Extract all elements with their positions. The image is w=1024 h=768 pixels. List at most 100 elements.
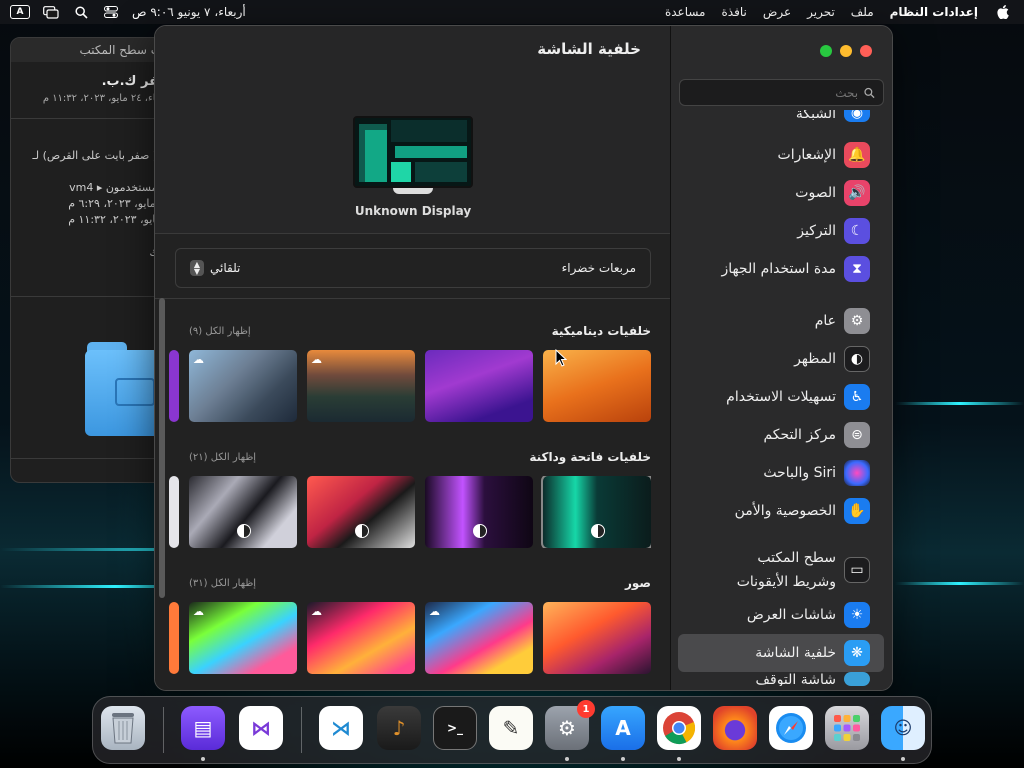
dock-launchpad[interactable] [825,706,869,750]
dock-terminal[interactable]: >_ [433,706,477,750]
light-dark-icon [355,524,369,538]
running-indicator [201,757,205,761]
dock-simulator[interactable]: ▤ [181,706,225,750]
sidebar-item-label: الإشعارات [777,147,836,163]
spotlight-icon[interactable] [72,5,90,19]
wallpaper-thumb[interactable] [189,476,297,548]
input-source-icon[interactable]: A [10,5,30,19]
dock-finder[interactable]: ☺ [881,706,925,750]
sidebar-item-label: مركز التحكم [763,427,836,443]
terminal-icon: >_ [446,721,464,735]
show-all-link[interactable]: إظهار الكل (٣١) [189,578,256,589]
dock-garageband[interactable]: ♪ [377,706,421,750]
system-settings-window: خلفية الشاشة Unknown Display مربعات خضرا… [154,25,893,691]
dock-firefox[interactable] [713,706,757,750]
search-field[interactable] [679,79,884,106]
sidebar-item-notifications[interactable]: 🔔 الإشعارات [678,136,884,174]
wallpaper-thumb[interactable] [169,476,179,548]
sound-icon: 🔊 [844,180,870,206]
show-all-link[interactable]: إظهار الكل (٩) [189,326,251,337]
download-cloud-icon: ☁ [193,353,204,366]
wallpaper-thumb[interactable] [169,350,179,422]
wallpaper-thumb[interactable] [543,602,651,674]
wallpaper-thumb[interactable]: ☁ [307,602,415,674]
menu-help[interactable]: مساعدة [665,5,706,19]
menu-view[interactable]: عرض [763,5,791,19]
sidebar-item-privacy[interactable]: ✋ الخصوصية والأمن [678,492,884,530]
sidebar-item-label: الخصوصية والأمن [734,503,836,519]
sidebar-item-siri[interactable]: Siri والباحث [678,454,884,492]
wallpaper-picker[interactable]: مربعات خضراء تلقائي ▲ ▼ [175,248,651,288]
screen-mirroring-icon[interactable] [42,5,60,19]
section-title: خلفيات فاتحة وداكنة [529,450,651,464]
scrollbar[interactable] [159,298,165,598]
appearance-mode-select[interactable]: تلقائي ▲ ▼ [190,260,240,276]
chevron-updown-icon: ▲ ▼ [190,260,204,276]
sidebar-item-label: المظهر [794,351,836,367]
sidebar-item-general[interactable]: ⚙ عام [678,302,884,340]
menu-edit[interactable]: تحرير [807,5,835,19]
sidebar-item-control-center[interactable]: ⊜ مركز التحكم [678,416,884,454]
dock-chrome[interactable] [657,706,701,750]
apple-icon[interactable] [994,5,1012,19]
wallpaper-row: ☁ ☁ [169,350,651,422]
sidebar-item-sound[interactable]: 🔊 الصوت [678,174,884,212]
compass-icon [776,713,806,743]
show-all-link[interactable]: إظهار الكل (٢١) [189,452,256,463]
sidebar-item-screen-saver[interactable]: شاشة التوقف [678,672,884,686]
sidebar-item-appearance[interactable]: ◐ المظهر [678,340,884,378]
dock-safari[interactable] [769,706,813,750]
sidebar-list: ◉ الشبكة 🔔 الإشعارات 🔊 الصوت ☾ التركيز ⧗… [670,110,892,690]
sidebar-item-wallpaper[interactable]: ❋ خلفية الشاشة [678,634,884,672]
gear-icon: ⚙ [844,308,870,334]
sidebar-item-displays[interactable]: ☀ شاشات العرض [678,596,884,634]
download-cloud-icon: ☁ [193,605,204,618]
menu-file[interactable]: ملف [851,5,874,19]
dock-separator [163,707,164,753]
menu-clock[interactable]: أربعاء، ٧ يونيو ٩:٠٦ ص [132,5,246,19]
page-title: خلفية الشاشة [537,40,641,58]
privacy-hand-icon: ✋ [844,498,870,524]
sidebar-item-label: الشبكة [795,110,836,122]
sidebar-item-screen-time[interactable]: ⧗ مدة استخدام الجهاز [678,250,884,288]
wallpaper-thumb[interactable]: ☁ [189,350,297,422]
app-name-menu[interactable]: إعدادات النظام [890,5,978,19]
section-title: صور [624,576,651,590]
search-input[interactable] [688,85,859,100]
dock-visual-studio[interactable]: ⋈ [239,706,283,750]
wallpaper-thumb[interactable] [425,476,533,548]
dock-textedit[interactable]: ✎ [489,706,533,750]
dock-system-settings[interactable]: ⚙ 1 [545,700,595,750]
dock-app-store[interactable]: A [601,706,645,750]
appearance-icon: ◐ [844,346,870,372]
wallpaper-thumb[interactable]: ☁ [189,602,297,674]
sidebar-item-network[interactable]: ◉ الشبكة [678,110,884,122]
wallpaper-thumb[interactable]: ☁ [425,602,533,674]
simulator-icon: ▤ [193,716,213,740]
dock-vscode[interactable]: ⋊ [319,706,363,750]
visual-studio-icon: ⋈ [251,716,271,740]
minimize-button[interactable] [840,45,852,57]
wallpaper-thumb[interactable] [307,476,415,548]
wallpaper-icon: ❋ [844,640,870,666]
display-preview-area: خلفية الشاشة Unknown Display [155,26,671,234]
wallpaper-thumb[interactable] [425,350,533,422]
wallpaper-thumb[interactable] [169,602,179,674]
menu-window[interactable]: نافذة [722,5,747,19]
wallpaper-thumb[interactable]: ☁ [307,350,415,422]
download-cloud-icon: ☁ [311,353,322,366]
sidebar-item-desktop-dock[interactable]: ▭ سطح المكتب وشريط الأيقونات [678,544,884,596]
settings-sidebar: ◉ الشبكة 🔔 الإشعارات 🔊 الصوت ☾ التركيز ⧗… [670,26,892,690]
close-button[interactable] [860,45,872,57]
running-indicator [677,757,681,761]
sidebar-item-accessibility[interactable]: ♿ تسهيلات الاستخدام [678,378,884,416]
section-header: خلفيات فاتحة وداكنة إظهار الكل (٢١) [189,450,651,464]
wallpaper-thumb-selected[interactable] [541,476,651,548]
section-header: خلفيات ديناميكية إظهار الكل (٩) [189,324,651,338]
dock-trash[interactable] [101,706,145,750]
control-center-icon[interactable] [102,5,120,19]
light-dark-icon [591,524,605,538]
zoom-button[interactable] [820,45,832,57]
desktop-glow [895,402,1024,405]
sidebar-item-focus[interactable]: ☾ التركيز [678,212,884,250]
